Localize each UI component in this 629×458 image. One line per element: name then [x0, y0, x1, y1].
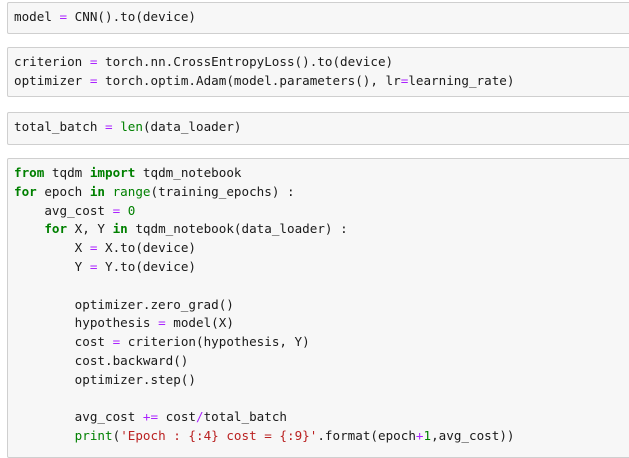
- code-token: avg_cost: [14, 409, 143, 425]
- code-token: criterion(hypothesis, Y): [120, 334, 310, 350]
- code-token: criterion: [14, 54, 90, 69]
- code-token: import: [89, 165, 136, 180]
- code-token: torch.nn.CrossEntropyLoss().to(device): [97, 54, 394, 69]
- code-line: for epoch in range(training_epochs) :: [14, 183, 629, 202]
- code-token: cost: [158, 409, 196, 425]
- code-token: cost.backward(): [14, 352, 189, 368]
- code-line: print('Epoch : {:4} cost = {:9}'.format(…: [14, 427, 629, 446]
- code-cell-training-loop[interactable]: from tqdm import tqdm_notebook for epoch …: [7, 158, 629, 458]
- code-line: for X, Y in tqdm_notebook(data_loader) :: [14, 220, 629, 239]
- code-token: total_batch: [203, 409, 287, 425]
- code-token: optimizer.step(): [14, 371, 196, 387]
- code-line: criterion = torch.nn.CrossEntropyLoss().…: [14, 53, 629, 72]
- code-token: X: [14, 240, 90, 256]
- code-cell-total-batch[interactable]: total_batch = len(data_loader): [7, 112, 629, 145]
- code-line: optimizer.step(): [14, 371, 629, 390]
- code-token: in: [112, 221, 128, 237]
- code-token: X.to(device): [97, 240, 196, 256]
- code-token: X, Y: [67, 221, 113, 237]
- code-token: from: [14, 165, 45, 180]
- code-token: in: [89, 183, 105, 199]
- code-line: from tqdm import tqdm_notebook: [14, 164, 629, 183]
- code-token: total_batch: [14, 119, 105, 134]
- code-token: CNN().to(device): [67, 9, 196, 24]
- code-token: avg_cost: [14, 202, 113, 218]
- code-token: =: [59, 9, 68, 24]
- code-token: optimizer.zero_grad(): [14, 296, 234, 312]
- code-token: 1: [423, 428, 432, 444]
- code-token: =: [158, 315, 166, 331]
- code-token: (data_loader): [142, 119, 242, 134]
- code-token: print: [74, 428, 113, 444]
- code-line: hypothesis = model(X): [14, 314, 629, 333]
- code-token: Y: [14, 258, 90, 274]
- code-token: for: [14, 183, 37, 199]
- code-token: /: [196, 409, 204, 425]
- code-token: .format(epoch: [317, 428, 416, 444]
- code-line: X = X.to(device): [14, 239, 629, 258]
- code-token: model(X): [165, 315, 234, 331]
- code-line: total_batch = len(data_loader): [14, 118, 629, 137]
- code-token: tqdm_notebook: [135, 165, 242, 180]
- code-token: +=: [142, 409, 159, 425]
- code-line: cost.backward(): [14, 352, 629, 371]
- code-token: learning_rate): [408, 72, 515, 88]
- code-token: Y.to(device): [97, 258, 196, 274]
- code-token: for: [44, 221, 68, 237]
- code-cell-model[interactable]: model = CNN().to(device): [7, 2, 629, 34]
- code-token: optimizer: [14, 72, 90, 88]
- code-token: 0: [127, 202, 136, 218]
- code-token: =: [105, 119, 113, 134]
- code-token: tqdm_notebook(data_loader) :: [127, 221, 348, 237]
- code-line: avg_cost = 0: [14, 202, 629, 221]
- code-line: Y = Y.to(device): [14, 258, 629, 277]
- code-token: cost: [14, 334, 113, 350]
- code-token: (training_epochs) :: [150, 183, 295, 199]
- code-line: optimizer = torch.optim.Adam(model.param…: [14, 72, 629, 91]
- code-token: +: [415, 428, 424, 444]
- code-line: cost = criterion(hypothesis, Y): [14, 333, 629, 352]
- code-token: 'Epoch : {:4} cost = {:9}': [120, 428, 318, 444]
- code-token: torch.optim.Adam(model.parameters(), lr: [97, 72, 401, 88]
- code-line: model = CNN().to(device): [14, 8, 629, 27]
- code-line: optimizer.zero_grad(): [14, 296, 629, 315]
- code-token: model: [14, 9, 60, 24]
- code-token: len: [120, 119, 143, 134]
- code-token: ,avg_cost)): [431, 428, 515, 444]
- code-token: range: [112, 183, 151, 199]
- code-cell-criterion-optimizer[interactable]: criterion = torch.nn.CrossEntropyLoss().…: [7, 47, 629, 97]
- code-token: tqdm: [44, 165, 90, 180]
- code-token: hypothesis: [14, 315, 159, 331]
- code-token: epoch: [36, 183, 90, 199]
- code-line: avg_cost += cost/total_batch: [14, 408, 629, 427]
